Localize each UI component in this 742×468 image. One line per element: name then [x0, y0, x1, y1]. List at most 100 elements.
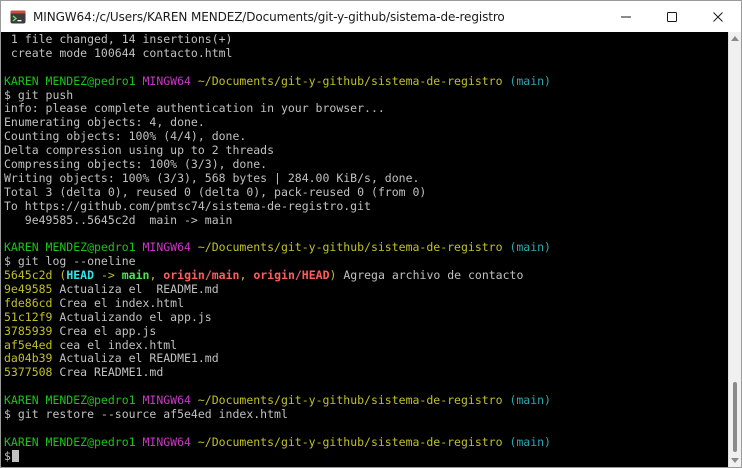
terminal-line: af5e4ed cea el index.html: [4, 337, 551, 353]
scroll-thumb[interactable]: [733, 382, 737, 452]
terminal-line: $ git restore --source af5e4ed index.htm…: [4, 407, 551, 422]
terminal-text: $: [4, 448, 11, 463]
terminal-line: 51c12f9 Actualizando el app.js: [4, 309, 551, 325]
terminal-text: KAREN MENDEZ@pedro1: [4, 73, 143, 88]
terminal-text: $ git restore --source af5e4ed index.htm…: [4, 407, 288, 422]
terminal-text: info: please complete authentication in …: [4, 101, 385, 116]
terminal-line: Enumerating objects: 4, done.: [4, 115, 551, 130]
scroll-up-arrow-icon[interactable]: [731, 36, 739, 41]
minimize-button[interactable]: [603, 1, 649, 32]
terminal-text: origin/main: [163, 268, 240, 283]
terminal-window: MINGW64:/c/Users/KAREN MENDEZ/Documents/…: [0, 0, 742, 468]
terminal-text: 3785939: [4, 323, 60, 338]
terminal-text: Crea README1.md: [59, 365, 164, 380]
terminal-text: MINGW64: [142, 73, 198, 88]
terminal-text: $ git log --oneline: [4, 254, 136, 269]
terminal-text: MINGW64: [142, 434, 198, 449]
terminal-line: 5377508 Crea README1.md: [4, 365, 551, 380]
terminal-line: 9e49585..5645c2d main -> main: [4, 212, 551, 228]
terminal-text: Total 3 (delta 0), reused 0 (delta 0), p…: [4, 184, 427, 199]
terminal-line: Delta compression using up to 2 threads: [4, 143, 551, 158]
terminal-text: 5377508: [4, 365, 60, 380]
terminal-text: Actualiza el README.md: [59, 282, 219, 297]
terminal-text: Enumerating objects: 4, done.: [4, 115, 205, 130]
terminal-line: info: please complete authentication in …: [4, 102, 551, 116]
scroll-down-arrow-icon[interactable]: [731, 458, 739, 463]
terminal-line: $ git log --oneline: [4, 254, 551, 269]
terminal-text: ->: [94, 268, 122, 283]
terminal-text: 1 file changed, 14 insertions(+): [4, 32, 233, 46]
terminal-text: (main): [509, 393, 551, 408]
terminal-text: cea el index.html: [59, 337, 178, 352]
terminal-line: fde86cd Crea el index.html: [4, 295, 551, 311]
terminal-line: KAREN MENDEZ@pedro1 MINGW64 ~/Documents/…: [4, 434, 551, 450]
vertical-scrollbar[interactable]: [728, 32, 741, 467]
terminal-text: HEAD: [66, 268, 95, 283]
terminal-text: Compressing objects: 100% (3/3), done.: [4, 157, 268, 172]
terminal-text: Crea el app.js: [59, 323, 157, 338]
terminal-text: Crea el index.html: [59, 295, 185, 310]
terminal-text: Counting objects: 100% (4/4), done.: [4, 129, 247, 144]
terminal-line: create mode 100644 contacto.html: [4, 45, 551, 61]
terminal-text: 9e49585: [4, 282, 60, 297]
terminal-text: MINGW64: [142, 393, 198, 408]
terminal-text: (main): [509, 73, 551, 88]
terminal-text: origin/HEAD: [253, 268, 330, 283]
terminal-line: 1 file changed, 14 insertions(+): [4, 32, 551, 47]
terminal-text: MINGW64: [142, 240, 198, 255]
terminal-text: Actualizando el app.js: [59, 309, 212, 324]
terminal-line: To https://github.com/pmtsc74/sistema-de…: [4, 198, 551, 214]
terminal-text: (main): [509, 240, 551, 255]
terminal-line: 5645c2d (HEAD -> main, origin/main, orig…: [4, 268, 551, 283]
terminal-text: main: [121, 268, 150, 283]
terminal-text: Delta compression using up to 2 threads: [4, 143, 275, 158]
terminal-text: ~/Documents/git-y-github/sistema-de-regi…: [197, 73, 510, 88]
terminal-line: KAREN MENDEZ@pedro1 MINGW64 ~/Documents/…: [4, 73, 551, 89]
close-button[interactable]: [695, 1, 741, 32]
terminal-text: ~/Documents/git-y-github/sistema-de-regi…: [197, 393, 510, 408]
window-controls: [603, 1, 741, 32]
terminal-text: ,: [239, 268, 254, 283]
mingw-terminal-icon: [10, 9, 26, 25]
maximize-icon: [667, 11, 677, 22]
terminal-text: fde86cd: [4, 295, 60, 310]
terminal-text: KAREN MENDEZ@pedro1: [4, 393, 143, 408]
terminal-line: $ git push: [4, 87, 551, 103]
terminal-line: Total 3 (delta 0), reused 0 (delta 0), p…: [4, 184, 551, 200]
terminal-text: ,: [149, 268, 164, 283]
terminal-text: To https://github.com/pmtsc74/sistema-de…: [4, 198, 371, 213]
maximize-button[interactable]: [649, 1, 695, 32]
terminal-line: 9e49585 Actualiza el README.md: [4, 282, 551, 297]
title-bar[interactable]: MINGW64:/c/Users/KAREN MENDEZ/Documents/…: [1, 1, 741, 32]
terminal-line: Compressing objects: 100% (3/3), done.: [4, 157, 551, 172]
terminal-output[interactable]: 1 file changed, 14 insertions(+) create …: [1, 32, 728, 467]
terminal-line: Writing objects: 100% (3/3), 568 bytes |…: [4, 170, 551, 186]
minimize-icon: [621, 16, 631, 17]
close-icon: [713, 11, 723, 22]
terminal-text: Agrega archivo de contacto: [336, 268, 524, 283]
terminal-text: da04b39: [4, 351, 60, 366]
terminal-text: 51c12f9: [4, 309, 60, 324]
terminal-text: Writing objects: 100% (3/3), 568 bytes |…: [4, 170, 420, 185]
terminal-text: KAREN MENDEZ@pedro1: [4, 434, 143, 449]
text-cursor: [11, 449, 19, 462]
terminal-line: Counting objects: 100% (4/4), done.: [4, 129, 551, 144]
terminal-line: KAREN MENDEZ@pedro1 MINGW64 ~/Documents/…: [4, 393, 551, 408]
terminal-lines: 1 file changed, 14 insertions(+) create …: [4, 32, 551, 464]
terminal-line: 3785939 Crea el app.js: [4, 323, 551, 339]
terminal-text: Actualiza el README1.md: [59, 351, 219, 366]
terminal-text: KAREN MENDEZ@pedro1: [4, 240, 143, 255]
terminal-text: $ git push: [4, 87, 74, 102]
terminal-text: 5645c2d: [4, 268, 60, 283]
terminal-line: da04b39 Actualiza el README1.md: [4, 352, 551, 366]
terminal-text: create mode 100644 contacto.html: [4, 45, 233, 60]
terminal-text: 9e49585..5645c2d main -> main: [4, 212, 233, 227]
terminal-line: KAREN MENDEZ@pedro1 MINGW64 ~/Documents/…: [4, 240, 551, 255]
terminal-text: ~/Documents/git-y-github/sistema-de-regi…: [197, 240, 510, 255]
terminal-text: (main): [509, 434, 551, 449]
terminal-text: af5e4ed: [4, 337, 60, 352]
